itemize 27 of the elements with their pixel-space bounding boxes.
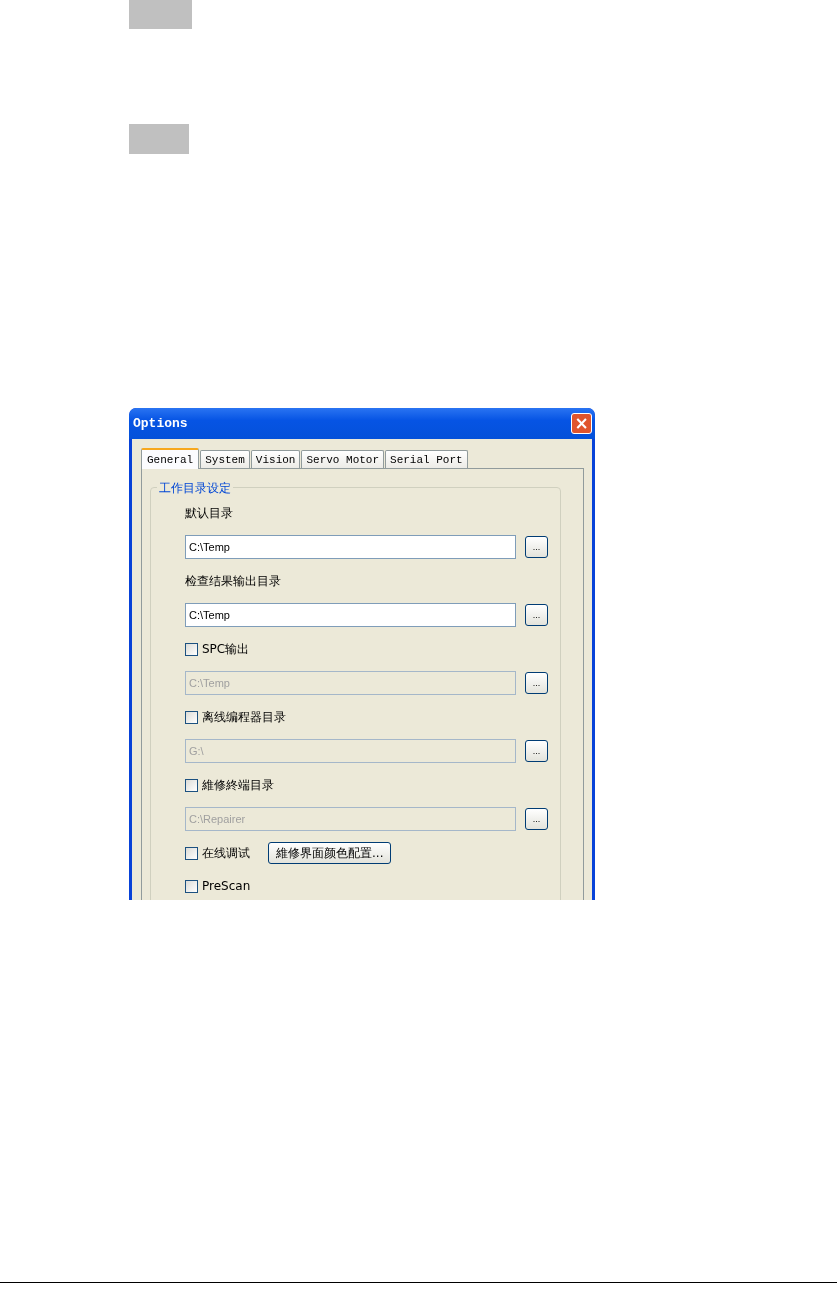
- checkbox-label: 在线调试: [202, 844, 250, 862]
- close-button[interactable]: ×: [571, 413, 592, 434]
- tab[interactable]: System: [200, 450, 250, 468]
- browse-button[interactable]: ...: [525, 604, 548, 626]
- field-label: 默认目录: [185, 504, 233, 522]
- checkbox[interactable]: [185, 879, 198, 893]
- browse-button[interactable]: ...: [525, 536, 548, 558]
- checkbox[interactable]: [185, 710, 198, 724]
- window-title: Options: [133, 416, 188, 431]
- color-config-button[interactable]: 維修界面颜色配置...: [268, 842, 392, 864]
- checkbox[interactable]: [185, 778, 198, 792]
- path-field[interactable]: C:\Temp: [185, 535, 517, 559]
- checkbox-label: 离线编程器目录: [202, 708, 286, 726]
- image-placeholder: [129, 0, 192, 29]
- image-placeholder: [129, 124, 189, 154]
- tab[interactable]: General: [141, 448, 200, 469]
- checkbox-label: SPC输出: [202, 640, 250, 658]
- checkbox[interactable]: [185, 642, 198, 656]
- field-label: 检查结果输出目录: [185, 572, 281, 590]
- tab[interactable]: Vision: [250, 450, 301, 468]
- checkbox[interactable]: [185, 846, 198, 860]
- tab[interactable]: Serial Port: [385, 450, 468, 468]
- checkbox-label: 維修終端目录: [202, 776, 274, 794]
- group-title: 工作目录设定: [157, 480, 233, 497]
- checkbox-label: PreScan: [202, 879, 251, 893]
- tab[interactable]: Servo Motor: [301, 450, 385, 468]
- path-field[interactable]: C:\Temp: [185, 603, 517, 627]
